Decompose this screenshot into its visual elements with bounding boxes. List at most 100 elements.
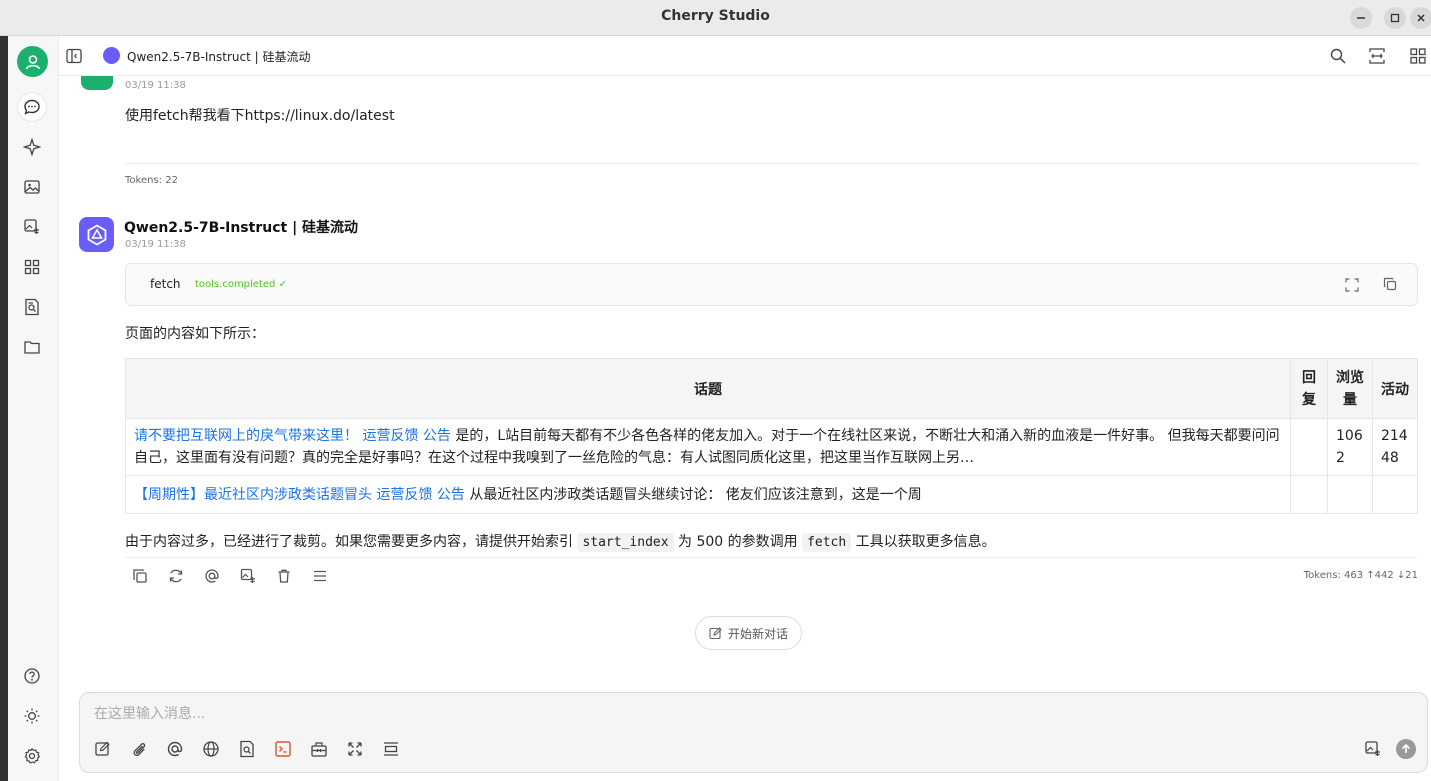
help-icon bbox=[24, 668, 40, 684]
edit-icon bbox=[709, 626, 722, 639]
ai-outro-text: 由于内容过多，已经进行了裁剪。如果您需要更多内容，请提供开始索引 start_i… bbox=[125, 531, 996, 552]
topic-excerpt: 从最近社区内涉政类话题冒头继续讨论： 佬友们应该注意到，这是一个周 bbox=[469, 486, 922, 503]
ai-message-tokens: Tokens: 463 ↑442 ↓21 bbox=[1303, 570, 1418, 581]
table-cell-replies bbox=[1290, 475, 1328, 514]
apps-grid-icon[interactable] bbox=[1409, 47, 1427, 65]
expand-icon[interactable] bbox=[346, 740, 364, 758]
table-row: 请不要把互联网上的戾气带来这里！ 运营反馈 公告 是的，L站目前每天都有不少各色… bbox=[124, 418, 1419, 476]
inline-code-start-index: start_index bbox=[577, 533, 674, 552]
search-icon[interactable] bbox=[1329, 47, 1347, 65]
arrow-up-icon bbox=[1401, 743, 1411, 753]
table-cell-views bbox=[1327, 475, 1373, 514]
fullscreen-icon[interactable] bbox=[1345, 278, 1359, 292]
image-icon bbox=[24, 180, 40, 194]
new-chat-button[interactable]: 开始新对话 bbox=[695, 616, 802, 650]
table-row: 【周期性】最近社区内涉政类话题冒头 运营反馈 公告 从最近社区内涉政类话题冒头继… bbox=[124, 475, 1419, 514]
user-message-tokens: Tokens: 22 bbox=[125, 175, 178, 186]
table-header-row: 话题 回复 浏览量 活动 bbox=[124, 358, 1419, 419]
web-search-icon[interactable] bbox=[202, 740, 220, 758]
qwen-logo-icon bbox=[87, 223, 106, 246]
knowledge-base-icon[interactable] bbox=[238, 740, 256, 758]
category-link[interactable]: 运营反馈 bbox=[362, 428, 418, 444]
image-translate-icon bbox=[24, 219, 39, 234]
sidebar-item-chat[interactable] bbox=[18, 93, 46, 121]
message-divider bbox=[125, 557, 1418, 558]
maximize-icon bbox=[1390, 13, 1400, 23]
tool-name: fetch bbox=[150, 277, 181, 291]
window-title: Cherry Studio bbox=[661, 8, 770, 24]
sidebar-item-help[interactable] bbox=[18, 662, 46, 690]
toolbox-icon[interactable] bbox=[310, 740, 328, 758]
sidebar-item-settings[interactable] bbox=[18, 742, 46, 770]
table-cell-topic: 【周期性】最近社区内涉政类话题冒头 运营反馈 公告 从最近社区内涉政类话题冒头继… bbox=[124, 475, 1292, 514]
send-button[interactable] bbox=[1396, 739, 1416, 759]
inline-code-fetch: fetch bbox=[802, 533, 852, 552]
layout-expand-icon[interactable] bbox=[1368, 47, 1386, 65]
sidebar-item-paintings[interactable] bbox=[18, 173, 46, 201]
app-window: Qwen2.5-7B-Instruct | 硅基流动 03/19 11:38 使… bbox=[8, 36, 1431, 781]
table-cell-activity bbox=[1371, 475, 1419, 514]
table-header-views-text: 浏览量 bbox=[1335, 369, 1364, 408]
outro-suffix: 工具以获取更多信息。 bbox=[855, 534, 996, 550]
sidebar-item-translate[interactable] bbox=[18, 213, 46, 241]
window-titlebar: Cherry Studio bbox=[0, 0, 1431, 36]
ai-message-avatar bbox=[79, 217, 114, 252]
close-icon bbox=[1417, 14, 1425, 22]
clear-context-icon[interactable] bbox=[382, 740, 400, 758]
table-cell-activity: 21448 bbox=[1371, 418, 1419, 476]
regenerate-icon[interactable] bbox=[168, 568, 184, 584]
sidebar-item-apps[interactable] bbox=[18, 253, 46, 281]
user-icon bbox=[25, 54, 40, 69]
mention-icon[interactable] bbox=[166, 740, 184, 758]
table-header-views: 浏览量 bbox=[1327, 358, 1373, 419]
sidebar-item-agents[interactable] bbox=[18, 133, 46, 161]
message-input[interactable] bbox=[94, 703, 1394, 725]
apps-grid-icon bbox=[24, 259, 40, 275]
copy-icon[interactable] bbox=[132, 568, 148, 584]
sidebar bbox=[8, 36, 58, 781]
image-translate-icon[interactable] bbox=[1364, 740, 1382, 758]
new-chat-label: 开始新对话 bbox=[727, 626, 788, 641]
user-avatar[interactable] bbox=[17, 46, 48, 77]
attachment-icon[interactable] bbox=[130, 740, 148, 758]
maximize-button[interactable] bbox=[1384, 7, 1406, 29]
sidebar-item-files[interactable] bbox=[18, 333, 46, 361]
copy-icon[interactable] bbox=[1383, 277, 1397, 291]
delete-icon[interactable] bbox=[276, 568, 292, 584]
toggle-sidebar-icon[interactable] bbox=[65, 47, 83, 65]
tool-status-text: tools.completed bbox=[195, 279, 276, 290]
topic-link[interactable]: 请不要把互联网上的戾气带来这里！ bbox=[134, 428, 358, 444]
user-message-time: 03/19 11:38 bbox=[125, 80, 186, 91]
mcp-terminal-icon[interactable] bbox=[274, 740, 292, 758]
mention-icon[interactable] bbox=[204, 568, 220, 584]
ai-message-name: Qwen2.5-7B-Instruct | 硅基流动 bbox=[124, 220, 359, 236]
chat-topbar: Qwen2.5-7B-Instruct | 硅基流动 bbox=[59, 36, 1431, 76]
tag-link[interactable]: 公告 bbox=[437, 487, 465, 503]
message-divider bbox=[125, 163, 1419, 164]
user-message-avatar bbox=[81, 76, 113, 90]
table-header-topic: 话题 bbox=[124, 358, 1292, 419]
sparkle-icon bbox=[23, 138, 41, 156]
tag-link[interactable]: 公告 bbox=[423, 428, 451, 444]
new-topic-icon[interactable] bbox=[94, 740, 112, 758]
message-list: 03/19 11:38 使用fetch帮我看下https://linux.do/… bbox=[59, 76, 1431, 696]
check-icon: ✓ bbox=[278, 279, 287, 290]
table-cell-replies bbox=[1290, 418, 1328, 476]
topics-table: 话题 回复 浏览量 活动 请不要把互联网上的戾气带来这里！ 运营反馈 公告 是的… bbox=[124, 358, 1419, 514]
category-link[interactable]: 运营反馈 bbox=[376, 487, 432, 503]
menu-icon[interactable] bbox=[312, 568, 328, 584]
minimize-button[interactable] bbox=[1350, 7, 1372, 29]
user-message-text: 使用fetch帮我看下https://linux.do/latest bbox=[125, 108, 395, 124]
table-header-replies-text: 回复 bbox=[1302, 369, 1316, 408]
close-button[interactable] bbox=[1410, 7, 1431, 29]
desktop-edge bbox=[0, 36, 8, 781]
gear-icon bbox=[24, 747, 41, 764]
topic-link[interactable]: 【周期性】最近社区内涉政类话题冒头 bbox=[134, 487, 372, 503]
sidebar-item-knowledge[interactable] bbox=[18, 293, 46, 321]
sidebar-item-theme[interactable] bbox=[18, 702, 46, 730]
outro-mid: 为 500 的参数调用 bbox=[678, 534, 798, 550]
chat-main: Qwen2.5-7B-Instruct | 硅基流动 03/19 11:38 使… bbox=[58, 36, 1431, 781]
model-selector[interactable]: Qwen2.5-7B-Instruct | 硅基流动 bbox=[127, 48, 310, 65]
translate-icon[interactable] bbox=[240, 568, 256, 584]
tool-call-box[interactable]: fetch tools.completed ✓ bbox=[125, 263, 1418, 306]
